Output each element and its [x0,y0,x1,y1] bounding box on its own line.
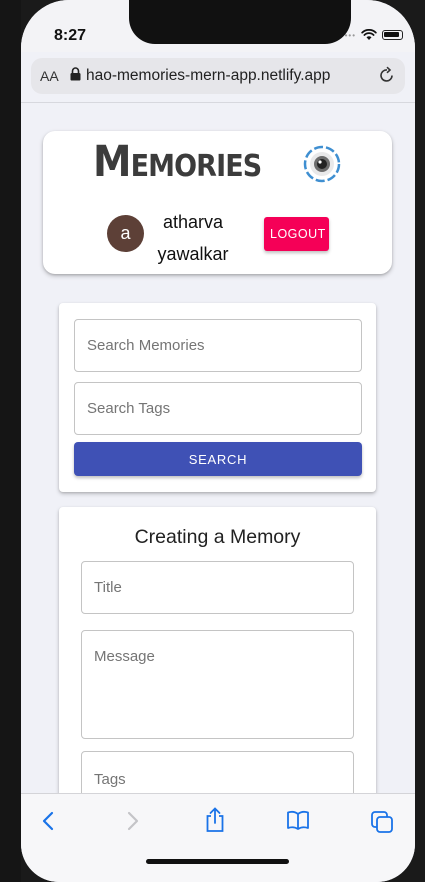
battery-icon [382,30,403,40]
reload-icon[interactable] [379,66,395,89]
user-name: atharva yawalkar [149,206,237,270]
search-memories-input[interactable]: Search Memories [74,319,362,372]
notch [129,0,351,44]
logout-button[interactable]: LOGOUT [264,217,329,251]
app-bar: Memories a atharva yawalkar LOGOUT [43,131,392,274]
browser-toolbar [21,793,415,882]
text-size-button[interactable]: AA [40,68,66,84]
avatar: a [107,215,144,252]
tabs-icon[interactable] [370,810,394,839]
lock-icon [70,67,81,85]
phone-screen: 8:27 •••• AA hao-memories-mern-app.netli… [21,0,415,882]
status-icons: •••• [341,29,403,41]
status-time: 8:27 [54,27,87,44]
memories-logo-icon [303,145,341,183]
back-icon[interactable] [41,810,55,837]
forward-icon[interactable] [126,810,140,837]
share-icon[interactable] [204,807,226,838]
page-divider [21,102,415,103]
phone-bezel [0,0,21,882]
memory-form: Creating a Memory Title Message Tags [59,507,376,827]
home-indicator [146,859,289,864]
search-button[interactable]: SEARCH [74,442,362,476]
user-last-name: yawalkar [157,244,229,264]
search-panel: Search Memories Search Tags SEARCH [59,303,376,492]
app-title[interactable]: Memories [93,137,278,187]
title-input[interactable]: Title [81,561,354,614]
bookmarks-icon[interactable] [286,810,310,835]
user-first-name: atharva [162,212,224,232]
message-input[interactable]: Message [81,630,354,739]
form-heading: Creating a Memory [134,526,301,548]
wifi-icon [361,29,377,40]
url-text[interactable]: hao-memories-mern-app.netlify.app [86,67,330,85]
address-bar[interactable]: AA hao-memories-mern-app.netlify.app [31,58,405,94]
search-tags-input[interactable]: Search Tags [74,382,362,435]
